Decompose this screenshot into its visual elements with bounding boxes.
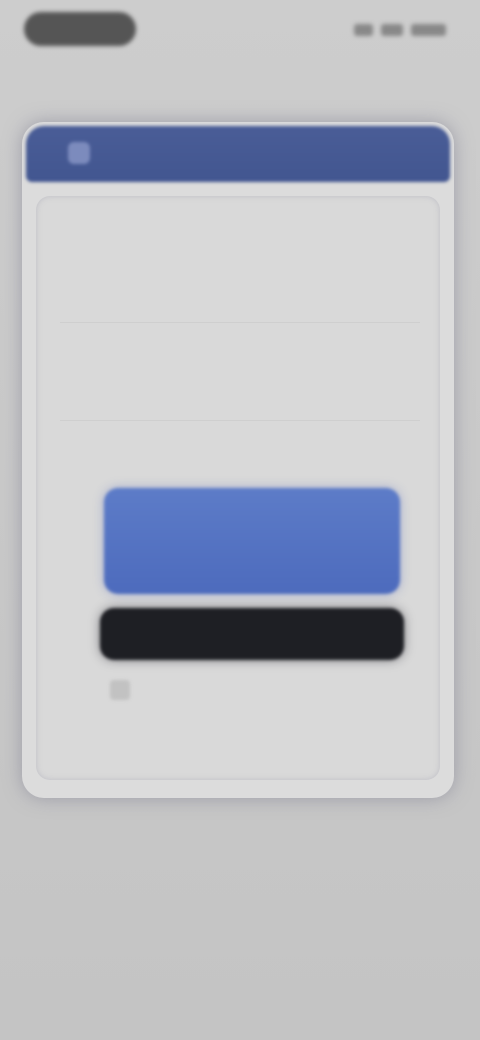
phone-screen <box>0 0 480 1040</box>
signal-icon <box>354 24 374 36</box>
secondary-button[interactable] <box>100 608 404 660</box>
primary-button[interactable] <box>104 488 400 594</box>
status-icons <box>354 22 446 38</box>
battery-icon <box>410 24 446 36</box>
field-underline-2 <box>60 420 420 421</box>
dialog-header <box>26 126 450 182</box>
status-time <box>24 12 136 46</box>
status-bar <box>0 0 480 64</box>
checkbox[interactable] <box>110 680 130 700</box>
bottom-link[interactable] <box>150 924 330 946</box>
field-underline-1 <box>60 322 420 323</box>
checkbox-row[interactable] <box>110 676 390 704</box>
app-icon <box>68 142 90 164</box>
wifi-icon <box>381 24 403 36</box>
